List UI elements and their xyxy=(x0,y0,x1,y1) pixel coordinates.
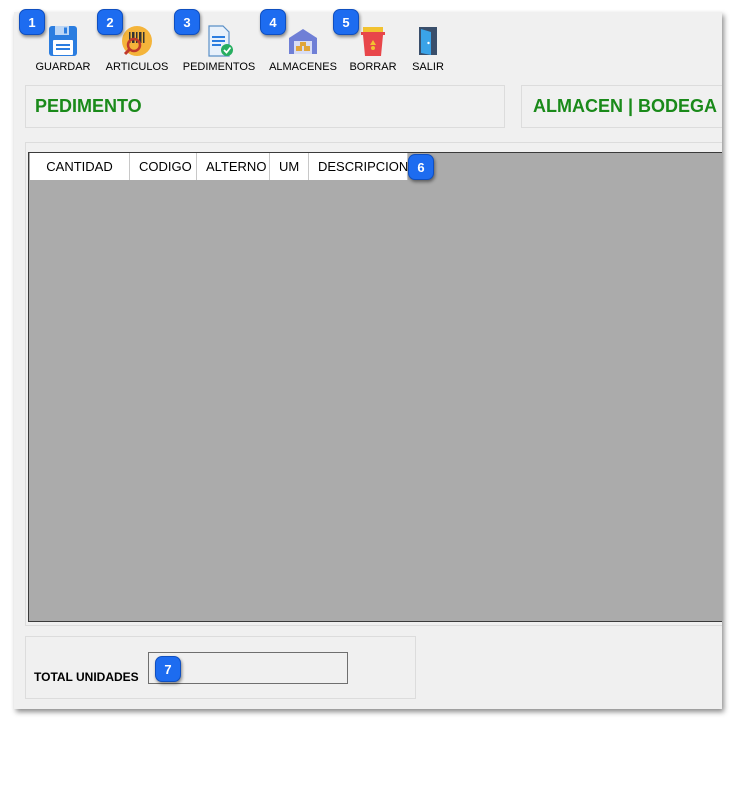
total-unidades-label: TOTAL UNIDADES xyxy=(34,670,139,684)
almacen-title: ALMACEN | BODEGA xyxy=(533,96,718,116)
document-check-icon xyxy=(208,25,233,57)
column-header-alterno[interactable]: ALTERNO xyxy=(197,153,270,180)
borrar-label: BORRAR xyxy=(349,61,397,73)
guardar-label: GUARDAR xyxy=(35,61,91,73)
articulos-label: ARTICULOS xyxy=(105,61,169,73)
callout-badge: 6 xyxy=(408,154,434,180)
pedimentos-label: PEDIMENTOS xyxy=(182,61,256,73)
callout-badge: 3 xyxy=(174,9,200,35)
warehouse-icon xyxy=(289,29,317,54)
main-window: GUARDAR ARTICULOS PEDIMENTOS ALMACENES B… xyxy=(14,12,722,709)
items-grid[interactable]: CANTIDAD CODIGO ALTERNO UM DESCRIPCION xyxy=(28,152,722,622)
salir-label: SALIR xyxy=(412,61,444,73)
callout-badge: 4 xyxy=(260,9,286,35)
callout-badge: 5 xyxy=(333,9,359,35)
column-header-um[interactable]: UM xyxy=(270,153,309,180)
floppy-disk-icon xyxy=(49,26,77,56)
callout-badge: 1 xyxy=(19,9,45,35)
salir-button[interactable]: SALIR xyxy=(408,24,448,74)
barcode-search-icon xyxy=(122,26,152,56)
exit-door-icon xyxy=(419,27,437,55)
callout-badge: 2 xyxy=(97,9,123,35)
grid-header: CANTIDAD CODIGO ALTERNO UM DESCRIPCION xyxy=(30,153,408,180)
trash-bin-icon xyxy=(361,27,385,56)
almacenes-label: ALMACENES xyxy=(269,61,337,73)
column-header-cantidad[interactable]: CANTIDAD xyxy=(30,153,130,180)
column-header-codigo[interactable]: CODIGO xyxy=(130,153,197,180)
pedimento-title: PEDIMENTO xyxy=(35,96,142,116)
column-header-descripcion[interactable]: DESCRIPCION xyxy=(309,153,408,180)
callout-badge: 7 xyxy=(155,656,181,682)
